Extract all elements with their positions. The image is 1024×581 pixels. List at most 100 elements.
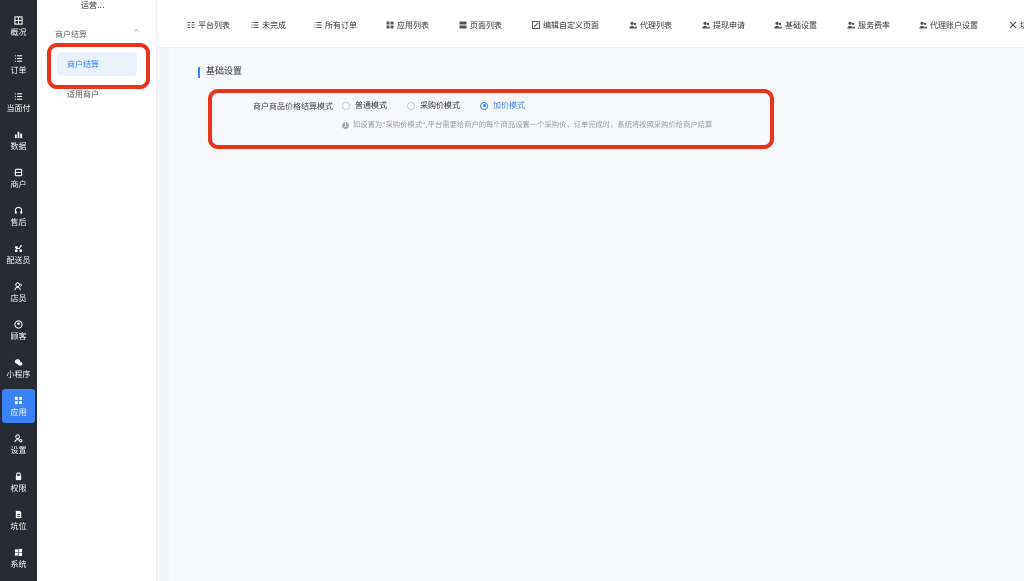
dashboard-icon — [14, 16, 24, 26]
radio-label: 普通模式 — [355, 101, 387, 110]
top-tabs: 平台列表 未完成 所有订单 应用列表 页面列表 编辑自定义页面 代理列表 提现申… — [157, 0, 1024, 48]
windows-icon — [14, 548, 24, 558]
tab-label: 页面列表 — [470, 20, 502, 30]
wechat-icon — [14, 358, 24, 368]
store-icon — [14, 168, 24, 178]
list-icon — [314, 21, 322, 29]
nav-label: 概况 — [10, 27, 27, 37]
tab-page-list[interactable]: 页面列表 — [459, 19, 502, 31]
user-gear-icon — [14, 434, 24, 444]
hint-text: 如设置为"采购价模式",平台需要给商户的每个商品设置一个采购价，订单完成时，系统… — [353, 120, 713, 129]
document-icon — [14, 510, 24, 520]
tab-label: 坑 — [1020, 20, 1024, 31]
layout-icon — [459, 21, 467, 29]
list-icon — [14, 54, 24, 64]
nav-label: 当面付 — [6, 103, 31, 113]
subnav-group-title[interactable]: 商户结算 — [55, 29, 87, 40]
radio-circle-checked[interactable] — [480, 101, 488, 110]
nav-item-delivery[interactable]: 配送员 — [0, 237, 37, 271]
nav-item-slots[interactable]: 坑位 — [0, 503, 37, 537]
subnav-item-applicable-merchants[interactable]: 适用商户 — [57, 82, 137, 106]
tab-label: 平台列表 — [198, 20, 230, 30]
nav-item-customers[interactable]: 顾客 — [0, 313, 37, 347]
chevron-up-icon[interactable]: ^ — [133, 28, 140, 37]
left-navigation: 概况 订单 当面付 数据 商户 售后 配送员 店员 顾客 小程序 应用 设置 权… — [0, 0, 37, 581]
nav-item-after-sales[interactable]: 售后 — [0, 199, 37, 233]
radio-normal-mode[interactable]: 普通模式 — [342, 100, 387, 111]
tab-agent-list[interactable]: 代理列表 — [629, 19, 672, 31]
tools-icon — [1009, 21, 1017, 29]
users-icon — [629, 21, 637, 29]
lock-icon — [14, 472, 24, 482]
users-icon — [919, 21, 927, 29]
headset-icon — [14, 206, 24, 216]
nav-item-staff[interactable]: 店员 — [0, 275, 37, 309]
nav-label: 订单 — [10, 65, 27, 75]
nav-label: 系统 — [10, 559, 27, 569]
tab-all-orders[interactable]: 所有订单 — [314, 19, 357, 31]
nav-label: 应用 — [10, 407, 27, 417]
main-content: 基础设置 商户商品价格结算模式 普通模式 采购价模式 加价模式 ! 如设置为"采… — [157, 48, 1024, 581]
nav-item-data[interactable]: 数据 — [0, 123, 37, 157]
tab-label: 未完成 — [262, 20, 286, 30]
subnav-item-label: 适用商户 — [67, 89, 99, 99]
nav-label: 商户 — [10, 179, 27, 189]
section-title: 基础设置 — [198, 67, 242, 78]
list-icon — [14, 92, 24, 102]
tab-label: 编辑自定义页面 — [543, 20, 599, 30]
tab-slot[interactable]: 坑 — [1009, 19, 1024, 31]
tab-basic-settings[interactable]: 基础设置 — [774, 19, 817, 31]
nav-label: 配送员 — [6, 255, 31, 265]
secondary-sidebar: 运营... 商户结算 ^ 商户结算 适用商户 — [37, 0, 157, 581]
tab-incomplete[interactable]: 未完成 — [251, 19, 286, 31]
nav-item-settings[interactable]: 设置 — [0, 427, 37, 461]
tab-platform-list[interactable]: 平台列表 — [187, 19, 230, 31]
nav-item-orders[interactable]: 订单 — [0, 47, 37, 81]
settings-card: 基础设置 商户商品价格结算模式 普通模式 采购价模式 加价模式 ! 如设置为"采… — [169, 48, 1024, 581]
nav-item-face-pay[interactable]: 当面付 — [0, 85, 37, 119]
nav-item-merchant[interactable]: 商户 — [0, 161, 37, 195]
apps-icon — [14, 396, 24, 406]
hint-text-row: ! 如设置为"采购价模式",平台需要给商户的每个商品设置一个采购价，订单完成时，… — [342, 120, 712, 130]
radio-label: 采购价模式 — [420, 101, 460, 110]
tab-label: 代理列表 — [640, 20, 672, 30]
users-icon — [847, 21, 855, 29]
nav-label: 坑位 — [10, 521, 27, 531]
edit-icon — [532, 21, 540, 29]
tab-withdrawal-requests[interactable]: 提现申请 — [702, 19, 745, 31]
subnav-item-merchant-settlement[interactable]: 商户结算 — [57, 52, 137, 76]
subnav-item-label: 商户结算 — [67, 59, 99, 69]
radio-label: 加价模式 — [493, 101, 525, 110]
bar-chart-icon — [14, 130, 24, 140]
nav-label: 顾客 — [10, 331, 27, 341]
tab-app-list[interactable]: 应用列表 — [386, 19, 429, 31]
tab-label: 服务费率 — [858, 20, 890, 30]
radio-circle[interactable] — [407, 101, 415, 110]
list-settings-icon — [187, 21, 195, 29]
users-icon — [774, 21, 782, 29]
tab-agent-account-settings[interactable]: 代理账户设置 — [919, 19, 978, 31]
nav-item-apps[interactable]: 应用 — [2, 389, 35, 423]
nav-item-overview[interactable]: 概况 — [0, 9, 37, 43]
scooter-icon — [14, 244, 24, 254]
tab-label: 基础设置 — [785, 20, 817, 30]
tab-label: 代理账户设置 — [930, 20, 978, 30]
nav-label: 设置 — [10, 445, 27, 455]
tab-service-rate[interactable]: 服务费率 — [847, 19, 890, 31]
nav-label: 售后 — [10, 217, 27, 227]
nav-label: 权限 — [10, 483, 27, 493]
settlement-mode-label: 商户商品价格结算模式 — [253, 102, 333, 111]
users-icon — [702, 21, 710, 29]
info-icon: ! — [342, 121, 349, 129]
subnav-top-item[interactable]: 运营... — [81, 0, 105, 11]
radio-markup-mode[interactable]: 加价模式 — [480, 100, 525, 111]
nav-item-system[interactable]: 系统 — [0, 541, 37, 575]
nav-item-permissions[interactable]: 权限 — [0, 465, 37, 499]
users-icon — [14, 282, 24, 292]
tab-label: 提现申请 — [713, 20, 745, 30]
radio-circle[interactable] — [342, 101, 350, 110]
list-icon — [251, 21, 259, 29]
radio-purchase-price-mode[interactable]: 采购价模式 — [407, 100, 460, 111]
nav-item-miniprogram[interactable]: 小程序 — [0, 351, 37, 385]
tab-edit-custom-page[interactable]: 编辑自定义页面 — [532, 19, 599, 31]
